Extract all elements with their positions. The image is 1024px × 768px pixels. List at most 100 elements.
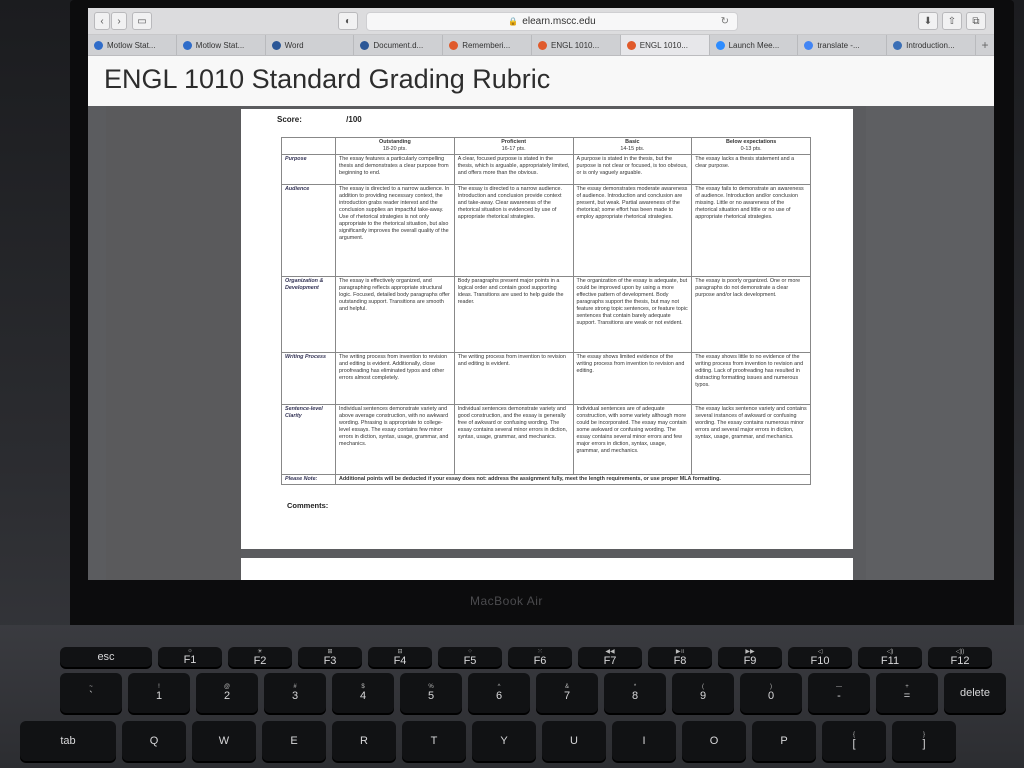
keyboard-key[interactable]: W bbox=[192, 721, 256, 761]
keyboard-key[interactable]: $4 bbox=[332, 673, 394, 713]
favicon-icon bbox=[182, 40, 192, 50]
keyboard-key[interactable]: R bbox=[332, 721, 396, 761]
key-top-legend: ⁙ bbox=[537, 648, 543, 655]
key-legend: F9 bbox=[743, 654, 757, 667]
tab-label: Motlow Stat... bbox=[107, 40, 156, 50]
left-gutter bbox=[106, 106, 241, 580]
keyboard-key[interactable]: ▶॥ F8 bbox=[648, 647, 712, 667]
keyboard-key[interactable]: T bbox=[402, 721, 466, 761]
criterion-label: Writing Process bbox=[281, 352, 336, 405]
key-top-legend: ⁘ bbox=[467, 648, 473, 655]
downloads-button[interactable]: ⬇ bbox=[918, 12, 938, 30]
key-legend: Q bbox=[149, 735, 159, 747]
browser-tab[interactable]: Document.d... bbox=[354, 35, 444, 55]
keyboard-key[interactable]: — - bbox=[808, 673, 870, 713]
tab-label: Launch Mee... bbox=[728, 40, 780, 50]
browser-tab[interactable]: Motlow Stat... bbox=[88, 35, 177, 55]
browser-tab[interactable]: Motlow Stat... bbox=[177, 35, 266, 55]
new-tab-button[interactable]: + bbox=[976, 35, 994, 55]
favicon-icon bbox=[360, 40, 370, 50]
keyboard-key[interactable]: delete bbox=[944, 673, 1006, 713]
rubric-level-header: Below expectations 0-13 pts. bbox=[691, 137, 811, 155]
address-bar[interactable]: 🔒 elearn.mscc.edu ↻ bbox=[366, 12, 738, 31]
tabs-overview-button[interactable]: ⧉ bbox=[966, 12, 986, 30]
reload-icon[interactable]: ↻ bbox=[721, 16, 729, 27]
key-legend: F7 bbox=[603, 654, 617, 667]
key-legend: esc bbox=[97, 651, 115, 663]
keyboard-key[interactable]: U bbox=[542, 721, 606, 761]
key-legend: tab bbox=[60, 735, 76, 747]
keyboard-key[interactable]: ☀ F2 bbox=[228, 647, 292, 667]
browser-tab[interactable]: ENGL 1010... bbox=[620, 35, 710, 55]
back-button[interactable]: ‹ bbox=[94, 12, 110, 30]
keyboard-key[interactable]: & 7 bbox=[536, 673, 598, 713]
keyboard-key[interactable]: esc bbox=[60, 647, 152, 667]
keyboard-key[interactable]: ⊟ F4 bbox=[368, 647, 432, 667]
rubric-cell: The essay is directed to a narrow audien… bbox=[335, 184, 455, 277]
key-legend: U bbox=[570, 735, 578, 747]
keyboard-key[interactable]: ⊞ F3 bbox=[298, 647, 362, 667]
forward-button[interactable]: › bbox=[111, 12, 127, 30]
next-document-page bbox=[241, 558, 853, 580]
keyboard-key[interactable]: ◁)) F12 bbox=[928, 647, 992, 667]
tabs-icon: ⧉ bbox=[972, 15, 980, 27]
share-button[interactable]: ⇧ bbox=[942, 12, 962, 30]
browser-tab[interactable]: Introduction... bbox=[887, 35, 976, 55]
keyboard-key[interactable]: tab bbox=[20, 721, 116, 761]
keyboard-key[interactable]: }] bbox=[892, 721, 956, 761]
key-top-legend: ⊟ bbox=[397, 648, 403, 655]
key-legend: 9 bbox=[699, 690, 707, 702]
keyboard-key[interactable]: @2 bbox=[196, 673, 258, 713]
page-title: ENGL 1010 Standard Grading Rubric bbox=[104, 64, 551, 94]
privacy-button[interactable]: ◐ bbox=[338, 12, 358, 30]
keyboard-key[interactable]: ~ ` bbox=[60, 673, 122, 713]
keyboard-key[interactable]: Q bbox=[122, 721, 186, 761]
keyboard-key[interactable]: + = bbox=[876, 673, 938, 713]
key-top-legend: ◁)) bbox=[955, 648, 965, 655]
rubric-cell: The essay lacks sentence variety and con… bbox=[691, 404, 811, 475]
rubric-cell: The essay is directed to a narrow audien… bbox=[453, 184, 574, 277]
tab-label: ENGL 1010... bbox=[639, 40, 688, 50]
keyboard-key[interactable]: % 5 bbox=[400, 673, 462, 713]
criterion-label: Audience bbox=[281, 184, 336, 277]
keyboard-key[interactable]: ! 1 bbox=[128, 673, 190, 713]
keyboard-key[interactable]: ⁘ F5 bbox=[438, 647, 502, 667]
browser-tab[interactable]: Rememberi... bbox=[443, 35, 532, 55]
browser-tab[interactable]: translate -... bbox=[798, 35, 888, 55]
keyboard-key[interactable]: * 8 bbox=[604, 673, 666, 713]
keyboard-key[interactable]: ▶▶ F9 bbox=[718, 647, 782, 667]
key-legend: T bbox=[430, 735, 438, 747]
key-legend: I bbox=[642, 735, 646, 747]
keyboard-key[interactable]: P bbox=[752, 721, 816, 761]
keyboard-key[interactable]: #3 bbox=[264, 673, 326, 713]
rubric-header-row: Outstanding 18-20 pts. Proficient 16-17 pts… bbox=[281, 137, 811, 155]
rubric-cell: The essay is effectively organized, and … bbox=[335, 276, 455, 353]
key-legend: W bbox=[218, 735, 230, 747]
keyboard-key[interactable]: (9 bbox=[672, 673, 734, 713]
download-icon: ⬇ bbox=[923, 15, 933, 27]
keyboard-key[interactable]: Y bbox=[472, 721, 536, 761]
rubric-cell: The organization of the essay is adequat… bbox=[572, 276, 693, 353]
browser-tab[interactable]: Launch Mee... bbox=[710, 35, 799, 55]
laptop-brand-label: MacBook Air bbox=[470, 594, 543, 608]
keyboard-key[interactable]: ⁙ F6 bbox=[508, 647, 572, 667]
keyboard-key[interactable]: I bbox=[612, 721, 676, 761]
key-legend: R bbox=[360, 735, 368, 747]
keyboard-key[interactable]: ^ 6 bbox=[468, 673, 530, 713]
sidebar-button[interactable]: ▭ bbox=[132, 12, 152, 30]
keyboard-key[interactable]: O bbox=[682, 721, 746, 761]
key-top-legend: ☀ bbox=[257, 648, 263, 655]
browser-tab[interactable]: Word bbox=[266, 35, 355, 55]
level-name: Basic bbox=[625, 139, 640, 145]
keyboard-key[interactable]: E bbox=[262, 721, 326, 761]
keyboard-key[interactable]: {[ bbox=[822, 721, 886, 761]
favicon-icon bbox=[893, 40, 903, 50]
keyboard-key[interactable]: ◁) F11 bbox=[858, 647, 922, 667]
favicon-icon bbox=[271, 40, 281, 50]
keyboard-key[interactable]: ◁ F10 bbox=[788, 647, 852, 667]
rubric-row: Audience The essay is directed to a narro… bbox=[281, 184, 811, 277]
browser-tab[interactable]: ENGL 1010... bbox=[532, 35, 621, 55]
keyboard-key[interactable]: ) 0 bbox=[740, 673, 802, 713]
keyboard-key[interactable]: ☼ F1 bbox=[158, 647, 222, 667]
keyboard-key[interactable]: ◀◀ F7 bbox=[578, 647, 642, 667]
